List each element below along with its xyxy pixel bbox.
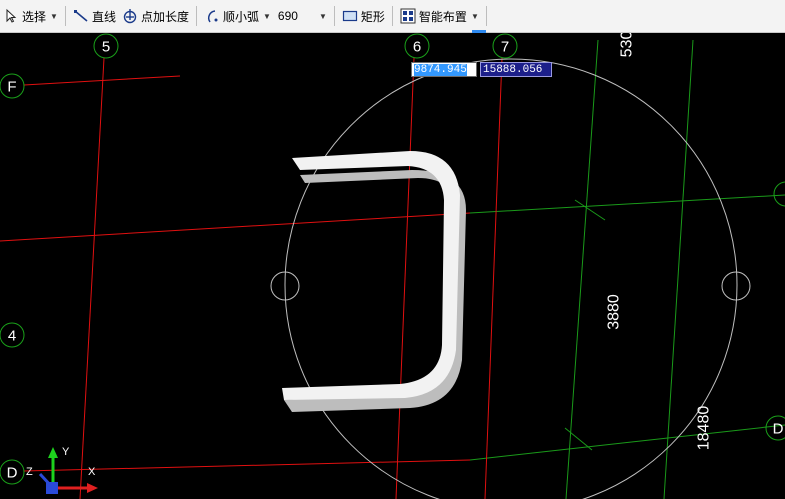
drawing-canvas[interactable]: 5 6 7 F 4 D D 530 3880 18480 Y Z X xyxy=(0,33,785,499)
grid-line-6 xyxy=(395,57,415,499)
rectangle-label: 矩形 xyxy=(360,9,385,24)
ucs-x-label: X xyxy=(88,466,96,478)
rebar-shape[interactable] xyxy=(282,151,466,412)
dimension-bottom: 18480 xyxy=(696,406,713,451)
dimension-top: 530 xyxy=(619,33,636,57)
red-grid xyxy=(0,57,503,499)
toolbar-separator xyxy=(64,6,66,26)
grid-line-mid xyxy=(0,212,471,242)
arc-icon xyxy=(207,10,218,23)
arc-radius-value: 690 xyxy=(277,9,298,23)
rectangle-icon xyxy=(342,10,358,22)
grid-line-7 xyxy=(484,57,503,499)
ucs-labels: Y Z X xyxy=(26,446,96,478)
coordinate-x-input[interactable]: 9874.945 xyxy=(411,62,477,77)
chevron-down-icon[interactable]: ▼ xyxy=(471,12,479,21)
point-length-tool[interactable]: 点加长度 xyxy=(119,4,192,28)
line-icon xyxy=(73,10,88,22)
chevron-down-icon[interactable]: ▼ xyxy=(50,12,58,21)
smart-layout-icon xyxy=(400,8,416,24)
axis-label-7: 7 xyxy=(501,39,509,56)
smart-layout-label: 智能布置 xyxy=(418,9,467,24)
select-tool[interactable]: 选择 ▼ xyxy=(0,4,61,28)
ucs-y-label: Y xyxy=(62,446,70,458)
toolbar-separator xyxy=(195,6,197,26)
axis-label-D-right: D xyxy=(773,421,784,438)
line-tool[interactable]: 直线 xyxy=(70,4,119,28)
point-length-label: 点加长度 xyxy=(140,9,189,24)
green-axis-line xyxy=(565,39,599,499)
green-axis-line xyxy=(574,199,606,221)
smart-layout-tool[interactable]: 智能布置 ▼ xyxy=(397,4,482,28)
grid-line-5 xyxy=(79,57,105,499)
pointer-icon xyxy=(6,8,17,23)
green-axis-line xyxy=(564,427,593,451)
axis-label-6: 6 xyxy=(413,39,421,56)
axis-label-4: 4 xyxy=(8,328,16,345)
grid-line-F xyxy=(23,75,181,86)
column-quadrant-marker xyxy=(721,271,751,301)
chevron-down-icon[interactable]: ▼ xyxy=(263,12,271,21)
green-axis-line xyxy=(663,39,694,499)
ucs-z-label: Z xyxy=(26,466,33,478)
green-axis-line xyxy=(469,424,785,461)
arc-radius-select[interactable]: 690 ▼ xyxy=(274,6,330,26)
arc-label: 顺小弧 xyxy=(222,9,259,24)
dimension-mid: 3880 xyxy=(606,294,623,330)
arc-tool[interactable]: 顺小弧 ▼ xyxy=(201,4,274,28)
chevron-down-icon[interactable]: ▼ xyxy=(319,12,327,21)
rebar-top-face xyxy=(282,151,460,400)
green-grid xyxy=(469,39,785,499)
column-circle xyxy=(284,58,738,499)
coordinate-x-value: 9874.945 xyxy=(414,64,467,76)
select-label: 选择 xyxy=(22,9,47,24)
line-label: 直线 xyxy=(91,9,116,24)
axis-label-D: D xyxy=(7,465,18,482)
axis-labels: 5 6 7 F 4 D D xyxy=(7,39,784,482)
axis-label-F: F xyxy=(7,79,16,96)
axis-bubbles xyxy=(0,33,785,485)
dimension-labels: 530 3880 18480 xyxy=(606,33,713,450)
rectangle-tool[interactable]: 矩形 xyxy=(339,4,388,28)
toolbar-separator xyxy=(391,6,393,26)
green-axis-line xyxy=(469,194,785,214)
drawing-toolbar: 选择 ▼ 直线 点加长度 顺小弧 ▼ 690 ▼ 矩形 智能布置 ▼ xyxy=(0,0,785,33)
coordinate-y-input[interactable]: 15888.056 xyxy=(480,62,552,77)
coordinate-y-value: 15888.056 xyxy=(483,64,543,76)
axis-label-5: 5 xyxy=(102,39,110,56)
toolbar-separator xyxy=(333,6,335,26)
toolbar-separator xyxy=(485,6,487,26)
point-length-icon xyxy=(123,9,137,24)
axis-bubble-right-top[interactable] xyxy=(773,181,785,207)
